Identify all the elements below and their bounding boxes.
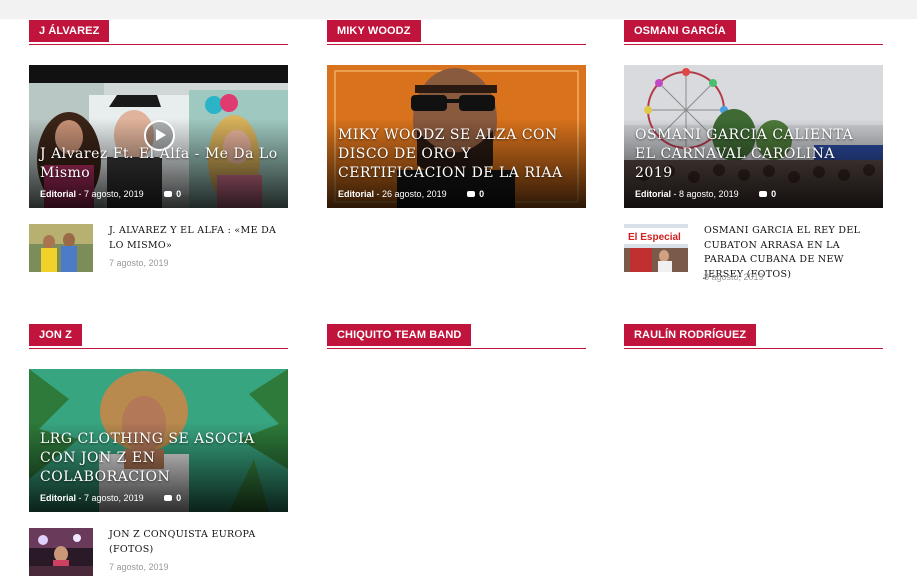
small-post-title[interactable]: J. ALVAREZ Y EL ALFA : «ME DA LO MISMO» — [109, 224, 289, 253]
featured-post-title[interactable]: MIKY WOODZ SE ALZA CON DISCO DE ORO Y CE… — [338, 126, 578, 183]
category-header: RAULÍN RODRÍGUEZ — [624, 324, 883, 349]
small-post-date: 7 agosto, 2019 — [109, 562, 169, 572]
featured-post-title[interactable]: OSMANI GARCIA CALIENTA EL CARNAVAL CAROL… — [635, 126, 875, 183]
post-meta: Editorial - 26 agosto, 2019 0 — [338, 189, 485, 199]
comment-icon — [467, 191, 476, 197]
comment-icon — [164, 495, 173, 501]
small-post-date: 7 agosto, 2019 — [109, 258, 169, 268]
post-author[interactable]: Editorial — [40, 189, 76, 199]
category-label-j-alvarez[interactable]: J ÁLVAREZ — [29, 20, 110, 42]
post-date: 8 agosto, 2019 — [679, 189, 739, 199]
small-post-date: 8 agosto, 2019 — [704, 272, 764, 282]
category-header: MIKY WOODZ — [327, 20, 586, 45]
category-label-miky-woodz[interactable]: MIKY WOODZ — [327, 20, 421, 42]
section-jon-z: JON Z LRG CLOTHING SE ASOCIA CON JON Z E… — [29, 324, 288, 576]
top-bar — [0, 0, 917, 19]
small-post-thumbnail[interactable] — [29, 224, 93, 272]
post-author[interactable]: Editorial — [338, 189, 374, 199]
section-j-alvarez: J ÁLVAREZ J Alvarez Ft. El Alfa - Me Da … — [29, 20, 288, 272]
comment-count[interactable]: 0 — [176, 493, 181, 503]
category-label-raulin-rodriguez[interactable]: RAULÍN RODRÍGUEZ — [624, 324, 757, 346]
comment-count[interactable]: 0 — [771, 189, 776, 199]
category-header: J ÁLVAREZ — [29, 20, 288, 45]
featured-post-osmani-garcia[interactable]: OSMANI GARCIA CALIENTA EL CARNAVAL CAROL… — [624, 65, 883, 208]
category-label-osmani-garcia[interactable]: OSMANI GARCÍA — [624, 20, 736, 42]
section-osmani-garcia: OSMANI GARCÍA OSMANI GARCIA CALIENTA EL … — [624, 20, 883, 282]
post-date: 7 agosto, 2019 — [84, 493, 144, 503]
small-post-title[interactable]: JON Z CONQUISTA EUROPA (FOTOS) — [109, 528, 289, 557]
post-meta: Editorial - 7 agosto, 2019 0 — [40, 189, 182, 199]
small-post-thumbnail[interactable] — [29, 528, 93, 576]
post-author[interactable]: Editorial — [40, 493, 76, 503]
featured-post-jon-z[interactable]: LRG CLOTHING SE ASOCIA CON JON Z EN COLA… — [29, 369, 288, 512]
featured-post-title[interactable]: LRG CLOTHING SE ASOCIA CON JON Z EN COLA… — [40, 430, 280, 487]
small-post-jon-z: JON Z CONQUISTA EUROPA (FOTOS) 7 agosto,… — [29, 528, 288, 580]
thumbnail-caption: El Especial — [628, 232, 681, 243]
post-date: 7 agosto, 2019 — [84, 189, 144, 199]
comment-icon — [759, 191, 768, 197]
category-header: OSMANI GARCÍA — [624, 20, 883, 45]
post-meta: Editorial - 8 agosto, 2019 0 — [635, 189, 777, 199]
featured-post-j-alvarez[interactable]: J Alvarez Ft. El Alfa - Me Da Lo Mismo E… — [29, 65, 288, 208]
section-chiquito-team-band: CHIQUITO TEAM BAND — [327, 324, 586, 349]
small-post-thumbnail[interactable]: El Especial — [624, 224, 688, 272]
comment-count[interactable]: 0 — [479, 189, 484, 199]
small-post-j-alvarez: J. ALVAREZ Y EL ALFA : «ME DA LO MISMO» … — [29, 224, 288, 276]
category-header: CHIQUITO TEAM BAND — [327, 324, 586, 349]
comment-icon — [164, 191, 173, 197]
featured-post-miky-woodz[interactable]: MIKY WOODZ SE ALZA CON DISCO DE ORO Y CE… — [327, 65, 586, 208]
post-meta: Editorial - 7 agosto, 2019 0 — [40, 493, 182, 503]
small-post-osmani-garcia: El Especial OSMANI GARCIA EL REY DEL CUB… — [624, 224, 883, 282]
category-label-chiquito-team-band[interactable]: CHIQUITO TEAM BAND — [327, 324, 472, 346]
featured-post-title[interactable]: J Alvarez Ft. El Alfa - Me Da Lo Mismo — [40, 145, 280, 183]
section-raulin-rodriguez: RAULÍN RODRÍGUEZ — [624, 324, 883, 349]
category-header: JON Z — [29, 324, 288, 349]
post-author[interactable]: Editorial — [635, 189, 671, 199]
comment-count[interactable]: 0 — [176, 189, 181, 199]
section-miky-woodz: MIKY WOODZ MIKY WOODZ SE ALZA CON DISCO … — [327, 20, 586, 208]
category-label-jon-z[interactable]: JON Z — [29, 324, 82, 346]
post-date: 26 agosto, 2019 — [382, 189, 447, 199]
